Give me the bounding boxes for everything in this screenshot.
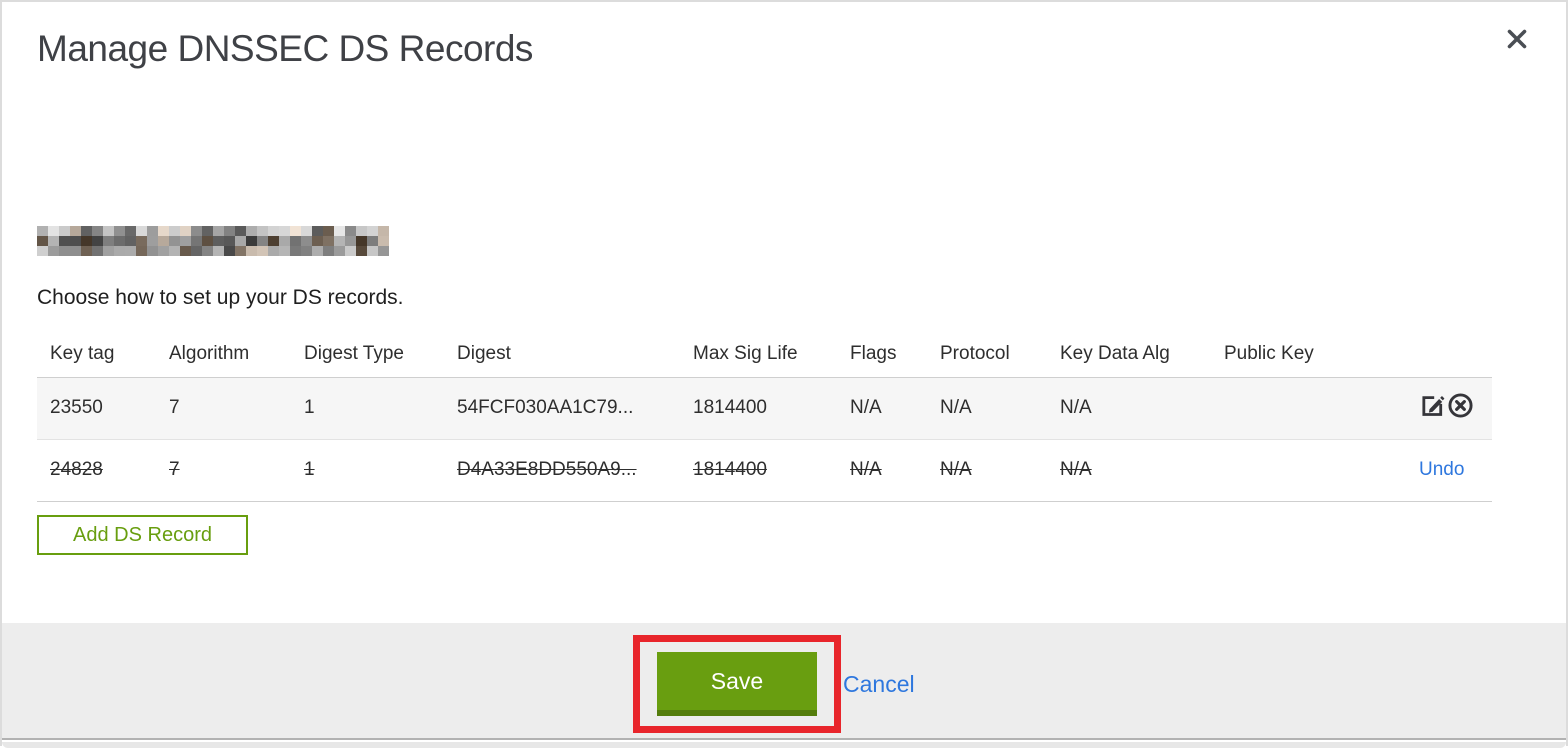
cell-algorithm: 7 [169,397,180,418]
cell-key-data-alg: N/A [1060,459,1092,480]
cell-digest: 54FCF030AA1C79... [457,397,634,418]
table-header-row: Key tag Algorithm Digest Type Digest Max… [37,331,1492,378]
cell-key-tag: 23550 [50,397,103,418]
cell-key-data-alg: N/A [1060,397,1092,418]
cell-digest-type: 1 [304,459,315,480]
col-header-public-key: Public Key [1224,331,1419,378]
subtitle-text: Choose how to set up your DS records. [37,286,404,309]
cell-digest-type: 1 [304,397,315,418]
window-bottom-edge [2,742,1566,748]
ds-records-table: Key tag Algorithm Digest Type Digest Max… [37,331,1492,502]
cell-max-sig-life: 1814400 [693,459,767,480]
cell-actions: Undo [1419,439,1492,501]
page-title: Manage DNSSEC DS Records [37,28,533,69]
cell-digest: D4A33E8DD550A9... [457,459,637,480]
cell-public-key [1224,439,1419,501]
col-header-actions [1419,331,1492,378]
cell-protocol: N/A [940,397,972,418]
close-icon[interactable] [1502,24,1532,54]
cell-flags: N/A [850,459,882,480]
cancel-link[interactable]: Cancel [843,671,915,698]
add-ds-record-button[interactable]: Add DS Record [37,515,248,555]
save-button[interactable]: Save [657,652,817,716]
redacted-domain-name [37,226,389,256]
dialog-footer: Save Cancel [2,623,1566,740]
col-header-key-tag: Key tag [37,331,169,378]
delete-circle-icon[interactable] [1447,392,1474,419]
cell-max-sig-life: 1814400 [693,397,767,418]
col-header-flags: Flags [850,331,940,378]
col-header-digest: Digest [457,331,693,378]
cell-actions [1419,377,1492,439]
col-header-protocol: Protocol [940,331,1060,378]
col-header-key-data-alg: Key Data Alg [1060,331,1224,378]
col-header-digest-type: Digest Type [304,331,457,378]
cell-key-tag: 24828 [50,459,103,480]
cell-protocol: N/A [940,459,972,480]
cell-flags: N/A [850,397,882,418]
cell-algorithm: 7 [169,459,180,480]
edit-icon[interactable] [1419,392,1446,419]
undo-link[interactable]: Undo [1419,459,1464,480]
table-row: 23550 7 1 54FCF030AA1C79... 1814400 N/A … [37,377,1492,439]
annotation-highlight-box: Save [633,635,841,733]
cell-public-key [1224,377,1419,439]
table-row-deleted: 24828 7 1 D4A33E8DD550A9... 1814400 N/A … [37,439,1492,501]
dnssec-dialog: Manage DNSSEC DS Records Choose how to s… [0,0,1568,748]
col-header-max-sig-life: Max Sig Life [693,331,850,378]
col-header-algorithm: Algorithm [169,331,304,378]
